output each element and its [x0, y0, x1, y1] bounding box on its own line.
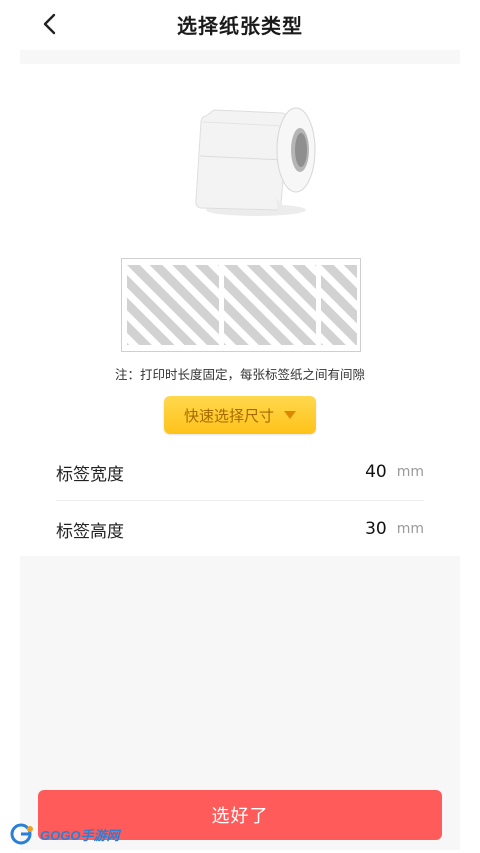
page-title: 选择纸张类型: [177, 14, 303, 38]
quick-select-label: 快速选择尺寸: [183, 406, 274, 425]
label-height-unit: mm: [396, 521, 424, 537]
confirm-label: 选好了: [211, 806, 269, 827]
label-roll-image: [195, 107, 316, 216]
caret-down-icon: [284, 411, 296, 419]
label-cell: [321, 265, 357, 345]
gap-note: 注：打印时长度固定，每张标签纸之间有间隙: [114, 367, 365, 382]
watermark-text: GOGO手游网: [40, 827, 120, 843]
label-height-label: 标签高度: [56, 521, 124, 542]
label-height-input[interactable]: [346, 519, 387, 539]
label-cell: [224, 265, 316, 345]
label-width-row: 标签宽度 mm: [56, 448, 424, 496]
label-width-unit: mm: [396, 464, 424, 480]
settings-card: 注：打印时长度固定，每张标签纸之间有间隙 快速选择尺寸 标签宽度 mm 标签高度…: [20, 64, 460, 556]
label-cell: [127, 265, 219, 345]
label-height-row: 标签高度 mm: [56, 505, 424, 553]
label-width-label: 标签宽度: [56, 464, 124, 485]
gogo-logo-icon: [10, 823, 33, 845]
header: 选择纸张类型: [0, 0, 480, 50]
watermark-logo: GOGO手游网: [10, 820, 119, 848]
label-width-input[interactable]: [346, 462, 387, 482]
label-strip-preview: [121, 258, 361, 352]
divider: [56, 500, 424, 501]
quick-select-size-button[interactable]: 快速选择尺寸: [164, 396, 316, 434]
